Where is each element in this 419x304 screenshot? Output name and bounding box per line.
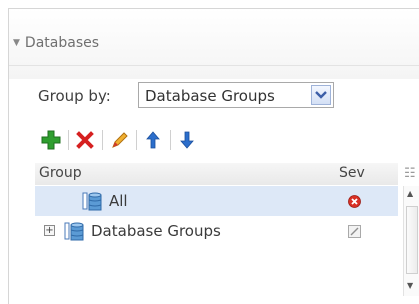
scroll-up-icon[interactable]: ▲: [407, 189, 413, 198]
move-down-icon: [180, 131, 194, 149]
delete-button[interactable]: [72, 126, 98, 154]
row-label: Database Groups: [91, 222, 221, 240]
move-down-button[interactable]: [174, 126, 200, 154]
table-row[interactable]: + Database Groups: [35, 216, 398, 246]
table-row[interactable]: All: [35, 186, 398, 216]
toolbar-divider: [102, 130, 103, 150]
add-button[interactable]: [38, 126, 64, 154]
collapse-caret-icon[interactable]: ▼: [13, 38, 20, 48]
panel-header: ▼ Databases: [9, 9, 419, 79]
move-up-icon: [146, 131, 160, 149]
edit-icon: [112, 132, 128, 148]
section-toggle[interactable]: ▼ Databases: [13, 33, 99, 53]
edit-button[interactable]: [106, 126, 132, 154]
database-group-icon: [82, 192, 102, 211]
section-title: Databases: [24, 35, 100, 51]
column-menu-icon[interactable]: ☷: [404, 166, 416, 181]
group-by-select[interactable]: Database Groups: [138, 82, 334, 108]
scroll-thumb[interactable]: [406, 206, 418, 274]
grid-header: Group Sev ☷: [35, 163, 416, 185]
group-by-label: Group by:: [38, 87, 111, 105]
delete-icon: [76, 131, 94, 149]
unknown-severity-icon: [348, 225, 361, 238]
expand-icon[interactable]: +: [44, 225, 55, 236]
toolbar-divider: [170, 130, 171, 150]
column-header-sev[interactable]: Sev: [339, 165, 365, 181]
scroll-down-icon[interactable]: ▼: [407, 281, 413, 290]
databases-panel: ▼ Databases Group by: Database Groups Gr…: [8, 8, 419, 304]
column-header-group[interactable]: Group: [39, 165, 82, 181]
header-divider: [9, 65, 419, 66]
add-icon: [41, 130, 61, 150]
chevron-down-icon[interactable]: [311, 85, 331, 105]
group-by-value: Database Groups: [145, 87, 275, 105]
toolbar-divider: [68, 130, 69, 150]
critical-severity-icon: [348, 195, 361, 208]
row-label: All: [109, 192, 128, 210]
database-group-icon: [64, 222, 84, 241]
toolbar-divider: [136, 130, 137, 150]
move-up-button[interactable]: [140, 126, 166, 154]
vertical-scrollbar[interactable]: ▲ ▼: [403, 186, 419, 296]
